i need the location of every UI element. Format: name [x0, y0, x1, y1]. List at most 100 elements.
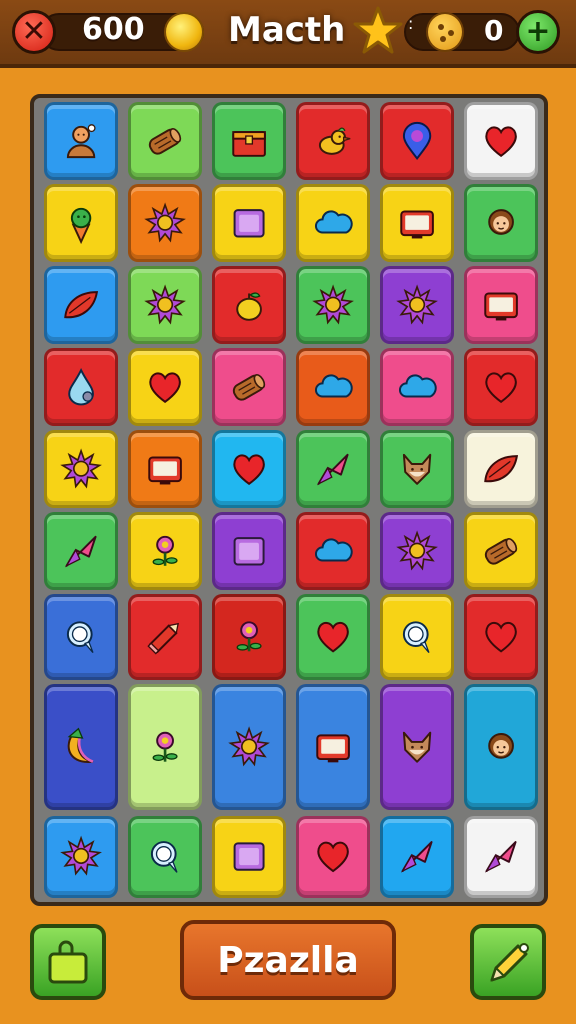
tile-3-4[interactable] [296, 266, 370, 344]
tile-4-1[interactable] [44, 348, 118, 426]
banana-icon [67, 727, 94, 763]
star-icon [353, 6, 403, 54]
fox-icon [402, 453, 432, 485]
cookie-icon [426, 12, 464, 52]
rocket-icon [400, 841, 433, 874]
tile-4-4[interactable] [296, 348, 370, 426]
cloud-icon [314, 210, 353, 234]
heart-icon [233, 454, 265, 485]
heart-icon [317, 622, 349, 653]
tile-1-5[interactable] [380, 102, 454, 180]
bubble-icon [402, 621, 430, 654]
top-bar: ✕ 600 Macth : 0 + [0, 0, 576, 68]
chest-icon [232, 130, 266, 157]
tile-9-4[interactable] [296, 816, 370, 898]
tile-8-5[interactable] [380, 684, 454, 810]
pencil-icon [147, 623, 179, 655]
tile-5-6[interactable] [464, 430, 538, 508]
cloud-icon [314, 538, 353, 562]
moves-value: 0 [484, 14, 504, 47]
tile-7-5[interactable] [380, 594, 454, 680]
tile-7-4[interactable] [296, 594, 370, 680]
tile-6-1[interactable] [44, 512, 118, 590]
leaf-icon [484, 454, 518, 482]
pencil-icon [490, 943, 529, 982]
tv-icon [316, 734, 350, 763]
log-icon [232, 373, 266, 401]
game-title: Macth [228, 10, 346, 50]
heart-icon [485, 622, 517, 653]
tile-2-4[interactable] [296, 184, 370, 262]
tile-9-5[interactable] [380, 816, 454, 898]
tile-8-2[interactable] [128, 684, 202, 810]
sun-icon [60, 448, 102, 489]
rocket-icon [316, 453, 349, 486]
tile-5-3[interactable] [212, 430, 286, 508]
tile-7-6[interactable] [464, 594, 538, 680]
tile-5-5[interactable] [380, 430, 454, 508]
tile-1-4[interactable] [296, 102, 370, 180]
play-button[interactable]: Pzazlla [180, 920, 396, 1000]
pin-icon [402, 121, 432, 160]
tile-4-2[interactable] [128, 348, 202, 426]
tile-9-3[interactable] [212, 816, 286, 898]
tile-9-6[interactable] [464, 816, 538, 898]
bag-icon [48, 940, 88, 984]
tile-9-1[interactable] [44, 816, 118, 898]
tile-6-6[interactable] [464, 512, 538, 590]
tile-1-1[interactable] [44, 102, 118, 180]
tile-2-6[interactable] [464, 184, 538, 262]
tile-3-3[interactable] [212, 266, 286, 344]
tile-8-1[interactable] [44, 684, 118, 810]
tile-5-4[interactable] [296, 430, 370, 508]
sun-icon [60, 836, 102, 877]
tile-8-6[interactable] [464, 684, 538, 810]
sun-icon [396, 530, 438, 571]
tile-5-2[interactable] [128, 430, 202, 508]
apple-icon [236, 292, 262, 321]
bubble-icon [150, 841, 178, 874]
tile-2-5[interactable] [380, 184, 454, 262]
tile-2-3[interactable] [212, 184, 286, 262]
separator: : [408, 14, 414, 33]
tile-1-3[interactable] [212, 102, 286, 180]
close-button[interactable]: ✕ [12, 10, 56, 54]
girl-icon [488, 732, 514, 759]
tile-6-3[interactable] [212, 512, 286, 590]
tile-2-2[interactable] [128, 184, 202, 262]
sun-icon [396, 284, 438, 325]
bag-button[interactable] [30, 924, 106, 1000]
rocket-icon [484, 841, 517, 874]
tile-7-2[interactable] [128, 594, 202, 680]
tile-9-2[interactable] [128, 816, 202, 898]
tile-8-3[interactable] [212, 684, 286, 810]
tile-4-5[interactable] [380, 348, 454, 426]
pencil-button[interactable] [470, 924, 546, 1000]
tile-1-6[interactable] [464, 102, 538, 180]
square-icon [233, 842, 265, 872]
close-icon: ✕ [21, 14, 47, 49]
tile-7-1[interactable] [44, 594, 118, 680]
tile-3-5[interactable] [380, 266, 454, 344]
tile-4-3[interactable] [212, 348, 286, 426]
tile-6-4[interactable] [296, 512, 370, 590]
tile-5-1[interactable] [44, 430, 118, 508]
tile-2-1[interactable] [44, 184, 118, 262]
log-icon [484, 537, 518, 565]
tile-3-6[interactable] [464, 266, 538, 344]
tile-8-4[interactable] [296, 684, 370, 810]
tile-4-6[interactable] [464, 348, 538, 426]
tile-7-3[interactable] [212, 594, 286, 680]
add-button[interactable]: + [516, 10, 560, 54]
tile-3-2[interactable] [128, 266, 202, 344]
tile-6-5[interactable] [380, 512, 454, 590]
flower-icon [152, 731, 178, 762]
heart-icon [485, 126, 517, 157]
girl-icon [488, 208, 514, 235]
flower-icon [152, 535, 178, 566]
tile-3-1[interactable] [44, 266, 118, 344]
log-icon [148, 127, 182, 155]
square-icon [233, 208, 265, 238]
tile-6-2[interactable] [128, 512, 202, 590]
tile-1-2[interactable] [128, 102, 202, 180]
